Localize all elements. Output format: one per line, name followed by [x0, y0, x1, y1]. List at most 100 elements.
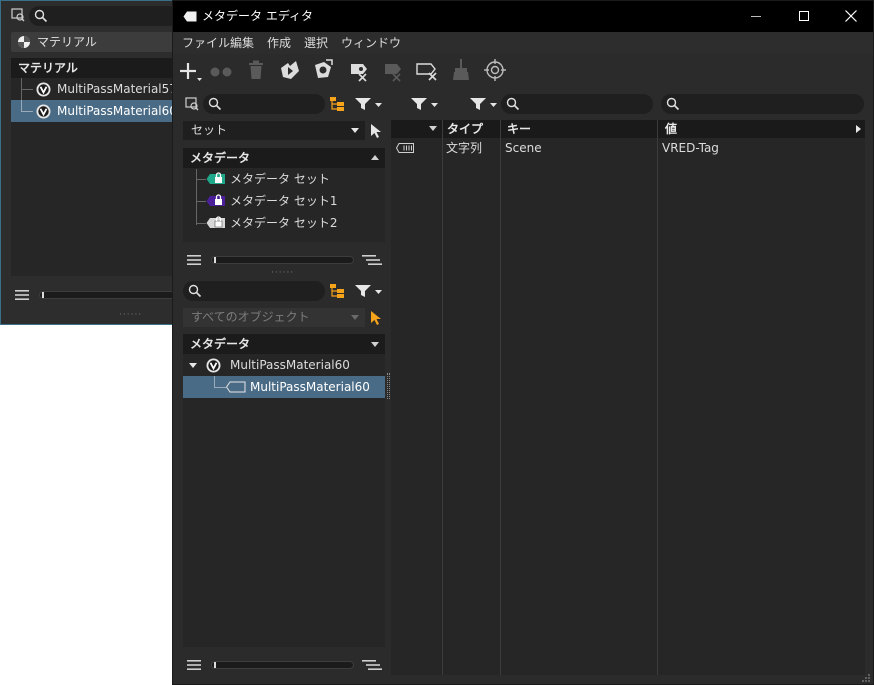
icon-size-slider[interactable] [211, 661, 354, 669]
splitter-handle[interactable]: ······ [271, 268, 294, 278]
search-options-icon[interactable] [11, 8, 25, 22]
hierarchy-filter-icon[interactable] [329, 96, 345, 112]
hierarchy-filter-icon[interactable] [329, 283, 345, 299]
objects-tree-header: メタデータ [183, 334, 385, 354]
menu-select[interactable]: 選択 [304, 32, 328, 54]
detail-view-icon[interactable] [362, 254, 382, 266]
search-icon [34, 9, 48, 23]
filter-icon[interactable] [355, 284, 383, 298]
sets-tree-header: メタデータ [183, 148, 385, 168]
objects-combo[interactable]: すべてのオブジェクト [183, 308, 365, 327]
sets-combo[interactable]: セット [183, 121, 365, 140]
menu-bar: ファイル 編集 作成 選択 ウィンドウ [173, 32, 873, 54]
detail-view-icon[interactable] [362, 659, 382, 671]
remove-all-icon[interactable] [415, 60, 439, 82]
key-search-input[interactable] [501, 94, 653, 114]
icon-size-slider[interactable] [211, 256, 354, 264]
clear-tag-icon[interactable] [380, 60, 404, 82]
chevron-up-icon[interactable] [371, 155, 379, 160]
add-icon[interactable] [179, 61, 203, 83]
maximize-icon[interactable] [799, 11, 809, 21]
chevron-down-icon[interactable] [371, 342, 379, 347]
tree-row[interactable]: MultiPassMaterial60 [183, 354, 385, 376]
close-icon[interactable] [845, 10, 857, 22]
list-item[interactable]: メタデータ セット2 [183, 212, 385, 234]
resize-grip-icon[interactable] [861, 673, 871, 683]
tree-row-label: MultiPassMaterial60 [230, 358, 350, 372]
objects-search-input[interactable] [183, 281, 325, 301]
search-options-icon[interactable] [185, 97, 199, 111]
search-icon [188, 284, 202, 298]
share-icon[interactable] [279, 59, 301, 81]
list-item[interactable]: MultiPassMaterial57 [11, 78, 181, 100]
locked-tag-icon [206, 172, 226, 186]
splitter-handle[interactable]: ······ [119, 310, 142, 320]
sets-combo-label: セット [191, 123, 228, 137]
cell-value: VRED-Tag [662, 141, 719, 155]
objects-combo-label: すべてのオブジェクト [191, 310, 310, 324]
column-header-value[interactable]: 値 [665, 120, 677, 138]
locked-tag-icon [206, 194, 226, 208]
material-tree: マテリアル MultiPassMaterial57 MultiPassMater… [11, 58, 181, 276]
link-icon[interactable] [210, 67, 234, 77]
icon-size-slider[interactable] [39, 291, 179, 299]
metadata-table: タイプ キー 値 文字列 Scene VRED-Tag [391, 120, 865, 675]
tag-outline-icon [226, 381, 246, 393]
vertical-splitter-handle[interactable] [387, 373, 390, 399]
minimize-icon[interactable] [751, 16, 761, 17]
apply-icon[interactable] [312, 59, 334, 81]
material-type-combo[interactable]: マテリアル [11, 32, 181, 52]
chevron-down-icon [351, 315, 359, 320]
material-sphere-icon [17, 35, 31, 49]
vred-material-icon [206, 358, 221, 373]
metadata-editor-window: メタデータ エディタ ファイル 編集 作成 選択 ウィンドウ セット メタデータ… [172, 0, 874, 685]
title-bar[interactable]: メタデータ エディタ [173, 1, 873, 32]
chevron-right-icon[interactable] [856, 125, 861, 133]
sets-search-input[interactable] [203, 94, 325, 114]
table-row[interactable]: 文字列 Scene VRED-Tag [391, 139, 865, 158]
menu-create[interactable]: 作成 [267, 32, 291, 54]
column-header-key[interactable]: キー [507, 120, 531, 138]
filter-icon[interactable] [470, 97, 498, 111]
list-item-label: MultiPassMaterial57 [57, 82, 177, 96]
sets-tree-header-label: メタデータ [190, 151, 251, 165]
string-type-icon [396, 143, 414, 153]
filter-icon[interactable] [355, 97, 383, 111]
locked-tag-icon [206, 216, 226, 230]
column-header-type[interactable]: タイプ [447, 120, 483, 138]
target-icon[interactable] [484, 59, 506, 81]
tag-icon [183, 11, 197, 22]
list-view-icon[interactable] [187, 254, 201, 266]
filter-icon[interactable] [411, 97, 439, 111]
cursor-select-icon[interactable] [370, 310, 382, 326]
vred-material-icon [36, 104, 51, 119]
toolbar [173, 54, 873, 89]
menu-edit[interactable]: 編集 [230, 32, 254, 54]
chevron-down-icon[interactable] [429, 126, 437, 131]
expand-arrow-icon[interactable] [189, 363, 197, 368]
list-view-icon[interactable] [15, 289, 29, 301]
list-item-label: メタデータ セット1 [230, 194, 338, 208]
cell-key: Scene [505, 141, 542, 155]
sets-tree: メタデータ メタデータ セット メタデータ セット1 メタデータ セット2 [183, 148, 385, 242]
tree-row[interactable]: MultiPassMaterial60 [183, 376, 385, 398]
menu-window[interactable]: ウィンドウ [341, 32, 401, 54]
broom-icon[interactable] [451, 59, 471, 81]
list-item-label: MultiPassMaterial60 [57, 104, 177, 118]
menu-file[interactable]: ファイル [182, 32, 230, 54]
list-item[interactable]: メタデータ セット [183, 168, 385, 190]
list-item[interactable]: メタデータ セット1 [183, 190, 385, 212]
value-search-input[interactable] [661, 94, 864, 114]
material-editor-window: マテリアル マテリアル MultiPassMaterial57 MultiPas… [0, 0, 181, 325]
material-search-input[interactable] [29, 6, 179, 26]
remove-tag-icon[interactable] [346, 60, 370, 82]
objects-tree: メタデータ MultiPassMaterial60 MultiPassMater… [183, 334, 385, 647]
list-item-label: メタデータ セット2 [230, 216, 338, 230]
cursor-select-icon[interactable] [370, 123, 382, 139]
list-view-icon[interactable] [187, 659, 201, 671]
delete-icon[interactable] [247, 60, 265, 80]
search-icon [506, 97, 520, 111]
search-icon [666, 97, 680, 111]
cell-type: 文字列 [446, 141, 483, 155]
list-item[interactable]: MultiPassMaterial60 [11, 100, 181, 122]
